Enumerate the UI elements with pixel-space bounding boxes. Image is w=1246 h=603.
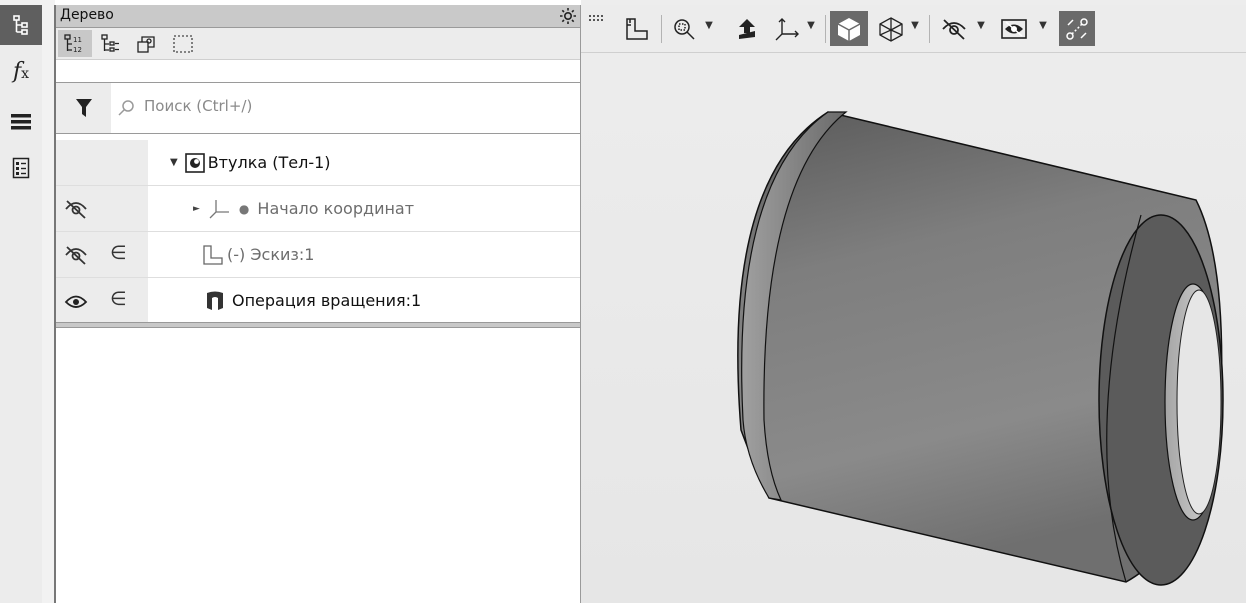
sketch-icon [203, 244, 223, 265]
tree-row-root[interactable]: ▼ Втулка (Тел-1) [56, 140, 580, 186]
properties-tab[interactable] [0, 148, 42, 188]
tree-item-label: (-) Эскиз:1 [227, 245, 315, 264]
properties-icon [12, 157, 30, 179]
formula-tab[interactable]: fx [0, 51, 42, 91]
tree-tab[interactable] [0, 5, 42, 45]
selection-view-button[interactable] [166, 30, 200, 57]
zoom-icon [674, 18, 695, 40]
pan-button[interactable] [731, 11, 763, 46]
part-icon [184, 152, 205, 173]
coordinate-origin-icon [209, 199, 229, 218]
component-icon [137, 35, 155, 53]
tree-view-button[interactable]: 11 12 [58, 30, 92, 57]
tree-row[interactable]: ∈ (-) Эскиз:1 [56, 232, 580, 278]
toolbar-separator [825, 15, 826, 43]
tree-row[interactable]: ► ● Начало координат [56, 186, 580, 232]
eye-visible-icon[interactable] [64, 290, 88, 312]
sketch-plane-icon [626, 17, 648, 40]
row-content: (-) Эскиз:1 [148, 232, 580, 277]
search-input[interactable]: Поиск (Ctrl+/) [144, 97, 252, 115]
filter-button[interactable] [56, 83, 111, 133]
axes-orientation-icon [775, 17, 799, 40]
svg-text:11: 11 [73, 36, 82, 44]
panel-title: Дерево [60, 7, 114, 23]
formula-icon: fx [12, 58, 30, 84]
toolbar-grip-icon[interactable] [589, 15, 603, 21]
layers-tab[interactable] [0, 102, 42, 142]
tree-item-label: Втулка (Тел-1) [207, 153, 331, 172]
row-gutter [56, 140, 148, 185]
wireframe-cube-icon [879, 16, 903, 42]
view-toolbar: ▼ ▼ ▼ ▼ ▼ [581, 5, 1246, 53]
panel-tabs: fx [0, 5, 42, 603]
pan-icon [739, 18, 755, 39]
bushing-3d-model [737, 111, 1224, 586]
row-content: ▼ Втулка (Тел-1) [148, 140, 580, 185]
element-of-icon: ∈ [110, 288, 127, 310]
expand-arrow-icon[interactable]: ► [193, 204, 200, 214]
toolbar-separator [929, 15, 930, 43]
eye-hidden-icon [942, 18, 966, 40]
model-viewport[interactable] [581, 0, 1246, 603]
search-row: Поиск (Ctrl+/) [56, 82, 580, 134]
expand-arrow-icon[interactable]: ▼ [170, 157, 178, 168]
panel-header: Дерево [56, 5, 580, 28]
gear-icon[interactable] [558, 6, 578, 26]
tree-item-label: Операция вращения:1 [232, 291, 422, 310]
sketch-view-button[interactable] [619, 11, 655, 46]
chevron-down-icon[interactable]: ▼ [805, 19, 817, 31]
chevron-down-icon[interactable]: ▼ [1037, 19, 1049, 31]
layers-icon [11, 114, 31, 130]
row-gutter: ∈ [56, 278, 148, 323]
tree-icon [13, 15, 28, 35]
chevron-down-icon[interactable]: ▼ [975, 19, 987, 31]
shaded-cube-icon [837, 17, 861, 41]
eye-hidden-icon[interactable] [64, 198, 88, 220]
tree-end-divider [56, 322, 580, 328]
structure-tree-icon [101, 33, 119, 52]
orientation-button[interactable] [771, 11, 803, 46]
visibility-filter-button[interactable] [997, 11, 1031, 46]
search-icon [118, 100, 134, 116]
row-content: Операция вращения:1 [148, 278, 580, 323]
element-of-icon: ∈ [110, 242, 127, 264]
view-filter-icon [1001, 18, 1027, 39]
tree-item-label: Начало координат [257, 199, 415, 218]
tree-panel: Дерево 11 12 Поиск (Ctrl+/) ▼ Втулка (Те… [56, 5, 581, 603]
chevron-down-icon[interactable]: ▼ [703, 19, 715, 31]
row-gutter [56, 186, 148, 231]
constraints-icon [1066, 17, 1088, 40]
row-gutter: ∈ [56, 232, 148, 277]
svg-text:12: 12 [73, 46, 82, 54]
zoom-button[interactable] [669, 11, 699, 46]
chevron-down-icon[interactable]: ▼ [909, 19, 921, 31]
dot-icon: ● [238, 201, 250, 216]
constraints-display-button[interactable] [1059, 11, 1095, 46]
filter-icon [75, 99, 92, 117]
hide-button[interactable] [937, 11, 971, 46]
tree-toolbar: 11 12 [56, 28, 580, 60]
toolbar-separator [661, 15, 662, 43]
selection-frame-icon [173, 34, 193, 53]
tree-row[interactable]: ∈ Операция вращения:1 [56, 278, 580, 324]
numbered-tree-icon: 11 12 [64, 33, 82, 54]
row-content: ► ● Начало координат [148, 186, 580, 231]
component-view-button[interactable] [130, 30, 164, 57]
eye-hidden-icon[interactable] [64, 244, 88, 266]
shaded-display-button[interactable] [830, 11, 868, 46]
revolve-operation-icon [207, 291, 223, 310]
structure-view-button[interactable] [94, 30, 128, 57]
wireframe-display-button[interactable] [875, 11, 907, 46]
